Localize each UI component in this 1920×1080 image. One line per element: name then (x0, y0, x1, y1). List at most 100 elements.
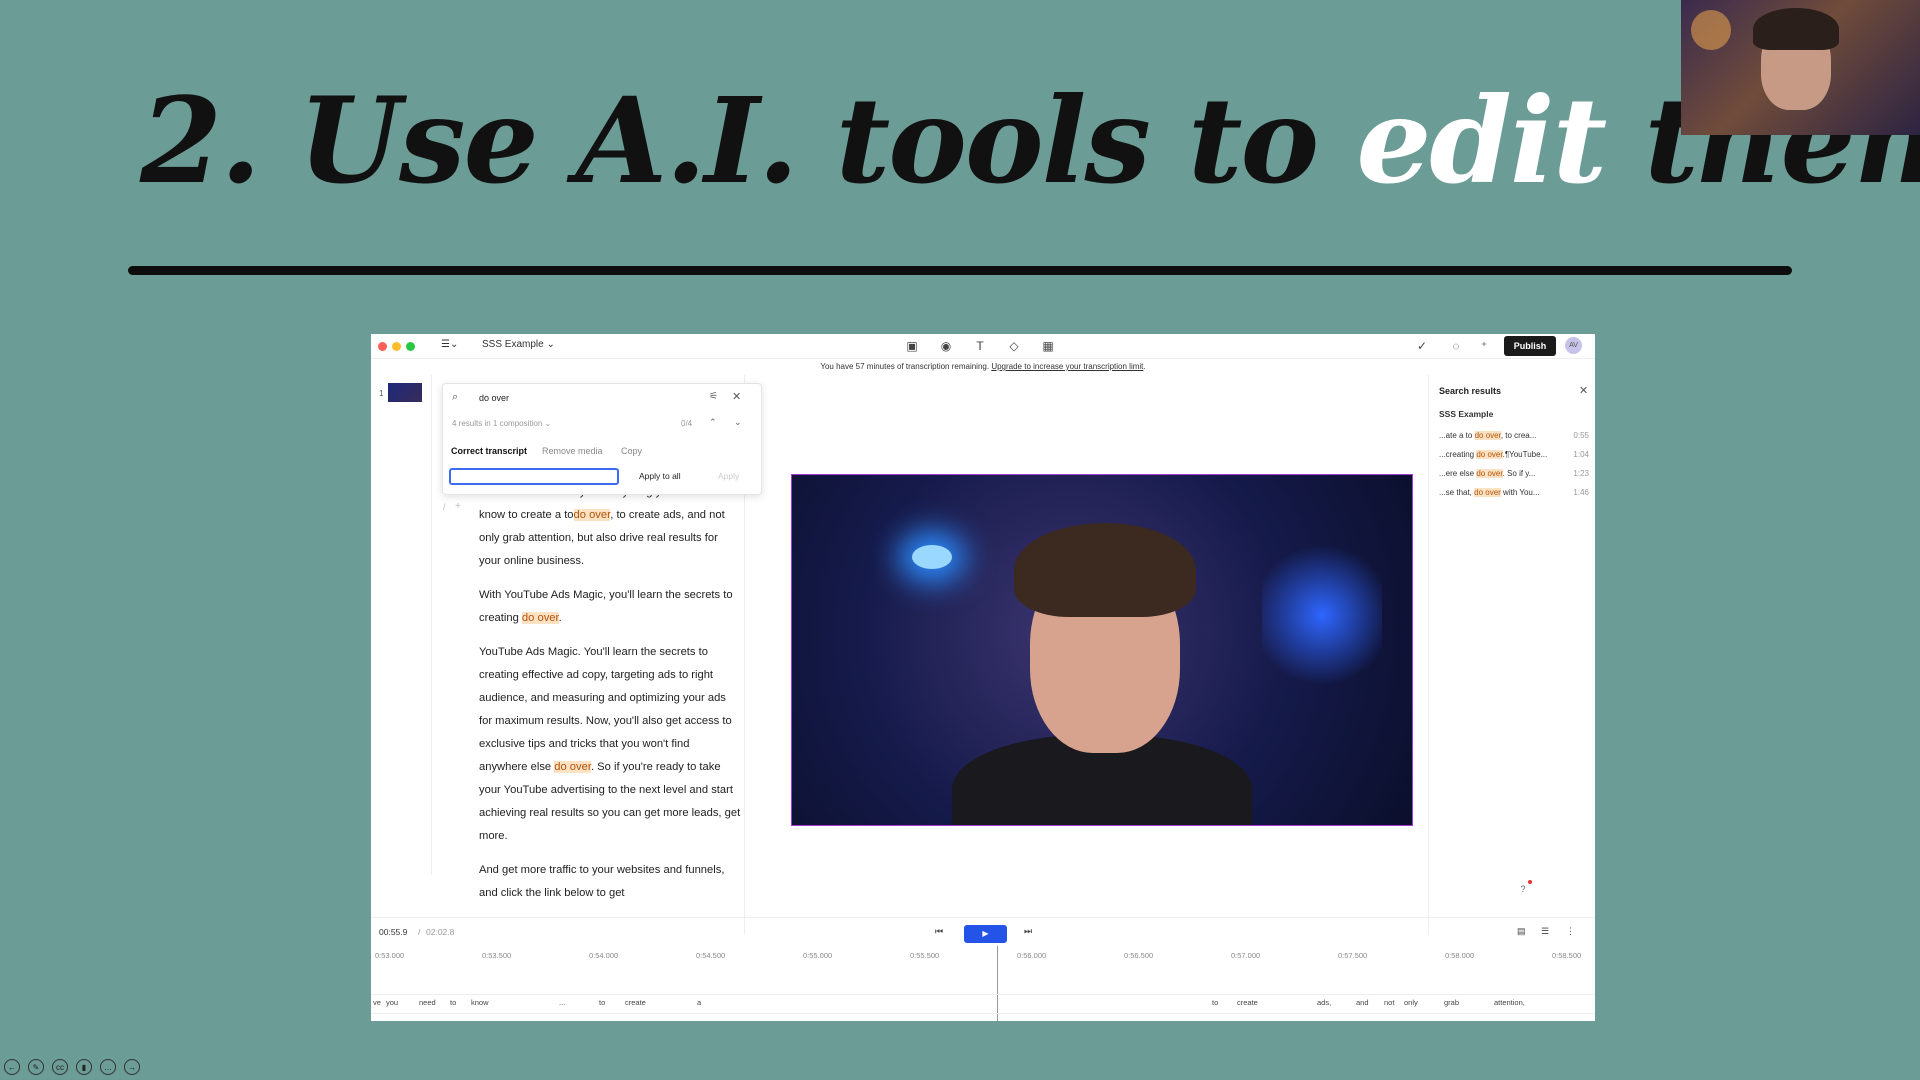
timeline-word[interactable]: a (697, 998, 701, 1007)
help-button[interactable]: ? (1516, 880, 1532, 896)
transcript-text-run: And get more traffic to your websites an… (479, 864, 725, 899)
search-meta[interactable]: 4 results in 1 composition ⌄ (452, 419, 551, 428)
add-icon[interactable]: + (455, 501, 461, 512)
search-results-title: Search results (1439, 386, 1502, 396)
next-slide-icon[interactable]: → (124, 1059, 140, 1075)
current-time: 00:55.9 (379, 927, 408, 937)
minimize-window-button[interactable] (392, 342, 401, 351)
search-result-item[interactable]: ...creating do over.¶YouTube... 1:04 (1439, 450, 1589, 459)
ruler-tick: 0:58.000 (1445, 951, 1475, 960)
filter-icon[interactable]: ⚟ (709, 391, 718, 402)
timeline-word[interactable]: ads, (1317, 998, 1331, 1007)
search-result-item[interactable]: ...se that, do over with You... 1:46 (1439, 488, 1589, 497)
play-button[interactable]: ▶ (964, 925, 1007, 943)
timeline-word[interactable]: not (1384, 998, 1394, 1007)
upgrade-link[interactable]: Upgrade to increase your transcription l… (991, 362, 1143, 371)
timeline-word[interactable]: need (419, 998, 436, 1007)
publish-button[interactable]: Publish (1504, 336, 1556, 356)
result-post: with You... (1500, 488, 1540, 497)
close-window-button[interactable] (378, 342, 387, 351)
timeline-word[interactable]: ... (559, 998, 565, 1007)
apply-button[interactable]: Apply (718, 471, 739, 481)
skip-back-icon[interactable]: ⏮ (935, 926, 943, 937)
timeline-ruler[interactable]: 0:53.000 0:53.500 0:54.000 0:54.500 0:55.000… (371, 949, 1595, 969)
timeline-word[interactable]: know (471, 998, 489, 1007)
timeline-word[interactable]: to (599, 998, 605, 1007)
editor-window: ☰⌄ SSS Example ⌄ ▣ ◉ T ◇ ▦ ✓ ◌ ⁺ Publish… (371, 334, 1595, 1021)
timeline-word[interactable]: attention, (1494, 998, 1525, 1007)
search-match-highlight: do over (521, 612, 559, 624)
layout-icon[interactable]: ▤ (1517, 926, 1526, 937)
transcript-paragraph[interactable]: And get more traffic to your websites an… (479, 859, 741, 905)
replacement-input[interactable] (449, 468, 619, 485)
maximize-window-button[interactable] (406, 342, 415, 351)
transcript-text-run: With YouTube Ads Magic, you'll learn the… (479, 589, 733, 624)
ruler-tick: 0:58.500 (1552, 951, 1582, 960)
text-icon[interactable]: T (972, 338, 988, 354)
timeline-word[interactable]: and (1356, 998, 1369, 1007)
slide-title: 2. Use A.I. tools to edit them (140, 82, 1920, 200)
search-query[interactable]: do over (479, 393, 509, 403)
video-preview[interactable] (791, 474, 1413, 826)
result-counter: 0/4 (681, 419, 693, 428)
project-name-label: SSS Example (482, 339, 544, 350)
adjust-icon[interactable]: ☰ (1541, 926, 1549, 937)
chevron-down-icon[interactable]: ⌄ (734, 417, 742, 428)
check-icon[interactable]: ✓ (1414, 338, 1430, 354)
result-pre: ...ere else (1439, 469, 1477, 478)
webcam-hair (1753, 8, 1839, 50)
previous-slide-icon[interactable]: ← (4, 1059, 20, 1075)
add-user-icon[interactable]: ⁺ (1476, 338, 1492, 354)
total-time: 02:02.8 (426, 927, 455, 937)
chevron-up-icon[interactable]: ⌃ (709, 417, 717, 428)
title-bar: ☰⌄ SSS Example ⌄ ▣ ◉ T ◇ ▦ ✓ ◌ ⁺ Publish… (371, 334, 1595, 359)
transcript-paragraph[interactable]: With YouTube Ads Magic, you'll learn the… (479, 584, 741, 630)
skip-forward-icon[interactable]: ⏭ (1024, 926, 1032, 937)
more-options-icon[interactable]: … (100, 1059, 116, 1075)
avatar[interactable]: AV (1565, 337, 1582, 354)
pen-icon[interactable]: ✎ (28, 1059, 44, 1075)
timeline-word[interactable]: grab (1444, 998, 1459, 1007)
close-icon[interactable]: ✕ (1579, 384, 1588, 397)
timeline-word[interactable]: only (1404, 998, 1418, 1007)
transcript-text[interactable]: course that teaches you everything you n… (479, 481, 741, 916)
timeline-word[interactable]: ve (373, 998, 381, 1007)
tab-copy[interactable]: Copy (621, 446, 642, 456)
video-off-icon[interactable]: ▮ (76, 1059, 92, 1075)
ruler-tick: 0:55.500 (910, 951, 940, 960)
timeline-word[interactable]: to (1212, 998, 1218, 1007)
grid-icon[interactable]: ▦ (1040, 338, 1056, 354)
timeline-word[interactable]: to (450, 998, 456, 1007)
close-icon[interactable]: ✕ (732, 390, 741, 403)
search-match-highlight: do over (554, 761, 591, 773)
search-result-item[interactable]: ...ere else do over. So if y... 1:23 (1439, 469, 1589, 478)
result-composition: SSS Example (1439, 409, 1494, 419)
drag-handle-icon[interactable]: / (443, 502, 446, 512)
result-pre: ...se that, (1439, 488, 1475, 497)
chevron-down-icon: ⌄ (546, 339, 555, 350)
shapes-icon[interactable]: ◇ (1006, 338, 1022, 354)
more-icon[interactable]: ⋮ (1566, 926, 1575, 937)
result-hl: do over (1474, 431, 1501, 440)
menu-icon[interactable]: ☰⌄ (441, 339, 458, 350)
preview-hair (1014, 523, 1196, 617)
timeline-word[interactable]: create (625, 998, 646, 1007)
timeline-word[interactable]: create (1237, 998, 1258, 1007)
presenter-webcam (1681, 0, 1920, 135)
search-result-item[interactable]: ...ate a to do over, to crea... 0:55 (1439, 431, 1589, 440)
webcam-light (1691, 10, 1731, 50)
record-icon[interactable]: ◉ (938, 338, 954, 354)
tab-correct-transcript[interactable]: Correct transcript (451, 446, 527, 456)
project-name[interactable]: SSS Example ⌄ (482, 339, 555, 350)
media-icon[interactable]: ▣ (904, 338, 920, 354)
timeline-words[interactable]: ve you need to know... to create a to create ads, a… (371, 994, 1595, 1014)
captions-icon[interactable]: cc (52, 1059, 68, 1075)
transcript-paragraph[interactable]: YouTube Ads Magic. You'll learn the secr… (479, 641, 741, 848)
result-pre: ...creating (1439, 450, 1477, 459)
apply-to-all-button[interactable]: Apply to all (639, 471, 681, 481)
ruler-tick: 0:56.000 (1017, 951, 1047, 960)
scene-thumbnail[interactable] (388, 383, 422, 402)
tab-remove-media[interactable]: Remove media (542, 446, 603, 456)
comment-icon[interactable]: ◌ (1448, 338, 1464, 354)
timeline-word[interactable]: you (386, 998, 398, 1007)
